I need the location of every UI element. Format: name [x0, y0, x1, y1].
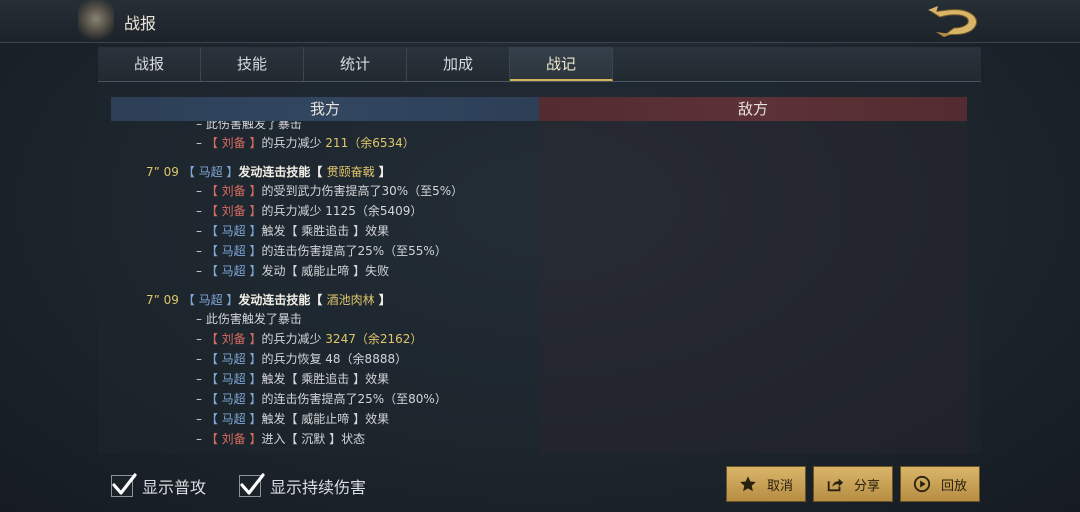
log-text: –: [196, 204, 206, 218]
enemy-side-header: 敌方: [539, 97, 967, 121]
ally-name: 【 马超 】: [205, 224, 262, 238]
share-icon: [827, 478, 844, 492]
show-normal-attack-label: 显示普攻: [142, 478, 207, 497]
replay-button[interactable]: 回放: [900, 466, 980, 502]
play-icon: [913, 475, 931, 493]
share-button[interactable]: 分享: [813, 466, 893, 502]
tab-bonus[interactable]: 加成: [407, 47, 510, 81]
log-text: – 此伤害触发了暴击: [196, 121, 302, 131]
log-timestamp: 7” 09: [146, 293, 183, 307]
page-title: 战报: [124, 14, 157, 33]
log-text: 进入【 沉默 】状态: [261, 432, 366, 446]
replay-button-label: 回放: [940, 478, 967, 494]
top-bar: 战报: [0, 0, 1080, 43]
battle-log-panel: 我方 敌方 – 此伤害触发了暴击 – 【 刘备 】的兵力减少 211（余6534）…: [98, 82, 981, 454]
log-text: –: [196, 264, 206, 278]
log-text: –: [196, 136, 206, 150]
log-text: –: [196, 432, 206, 446]
log-text: 】: [374, 165, 391, 179]
enemy-log-column[interactable]: [539, 121, 967, 454]
show-normal-attack-checkbox[interactable]: 显示普攻: [111, 473, 207, 498]
log-text: – 此伤害触发了暴击: [196, 312, 302, 326]
ally-name: 【 马超 】: [205, 392, 262, 406]
log-timestamp: 7” 09: [146, 165, 183, 179]
log-line: – 【 刘备 】的兵力减少 211（余6534）: [196, 133, 415, 153]
checkmark-icon: [112, 473, 137, 495]
tab-skills[interactable]: 技能: [201, 47, 304, 81]
log-line: – 【 马超 】触发【 乘胜追击 】效果: [196, 221, 389, 241]
log-text: 的受到武力伤害提高了30%（至5%）: [261, 184, 464, 198]
log-text: –: [196, 184, 206, 198]
ally-name: 【 马超 】: [205, 412, 262, 426]
show-dot-damage-checkbox[interactable]: 显示持续伤害: [239, 473, 367, 498]
tab-battle-log[interactable]: 战记: [510, 47, 613, 81]
log-line: – 【 刘备 】的兵力减少 3247（余2162）: [196, 329, 422, 349]
log-text: 的连击伤害提高了25%（至55%）: [261, 244, 447, 258]
log-text: –: [196, 412, 206, 426]
log-text: 发动【 威能止啼 】失败: [261, 264, 390, 278]
log-text: 酒池肉林: [326, 293, 375, 307]
log-line: 7” 09 【 马超 】发动连击技能【 贯颐奋戟 】: [146, 162, 391, 182]
log-line: – 【 刘备 】进入【 沉默 】状态: [196, 429, 365, 449]
cancel-button[interactable]: 取消: [726, 466, 806, 502]
log-line: – 【 马超 】的连击伤害提高了25%（至55%）: [196, 241, 447, 261]
log-text: 的兵力恢复 48（余8888）: [261, 352, 408, 366]
log-text: 发动连击技能【: [238, 165, 327, 179]
our-log-column[interactable]: – 此伤害触发了暴击 – 【 刘备 】的兵力减少 211（余6534） 7” 09 …: [98, 121, 539, 454]
log-text: –: [196, 224, 206, 238]
log-text: –: [196, 372, 206, 386]
enemy-name: 【 刘备 】: [205, 432, 262, 446]
log-text: 的兵力减少: [261, 136, 326, 150]
ally-name: 【 马超 】: [205, 244, 262, 258]
enemy-name: 【 刘备 】: [205, 332, 262, 346]
dragon-logo-icon[interactable]: [926, 4, 982, 38]
emblem-icon: [78, 0, 114, 42]
log-line: – 【 马超 】发动【 威能止啼 】失败: [196, 261, 389, 281]
checkbox-box: [239, 473, 265, 497]
log-text: –: [196, 244, 206, 258]
show-dot-damage-label: 显示持续伤害: [270, 478, 367, 497]
cancel-button-label: 取消: [766, 478, 793, 494]
checkmark-icon: [240, 473, 265, 495]
log-text: 触发【 乘胜追击 】效果: [261, 224, 390, 238]
checkbox-box: [111, 473, 137, 497]
log-text: –: [196, 332, 206, 346]
log-line: – 【 马超 】的连击伤害提高了25%（至80%）: [196, 389, 447, 409]
star-icon: [740, 476, 756, 492]
our-side-header: 我方: [111, 97, 539, 121]
log-line: – 此伤害触发了暴击: [196, 309, 302, 329]
log-text: –: [196, 352, 206, 366]
log-line: – 【 刘备 】的受到武力伤害提高了30%（至5%）: [196, 181, 463, 201]
enemy-name: 【 刘备 】: [205, 204, 262, 218]
log-line: – 【 刘备 】的兵力减少 1125（余5409）: [196, 201, 422, 221]
ally-name: 【 马超 】: [205, 352, 262, 366]
tab-bar: 战报 技能 统计 加成 战记: [98, 47, 981, 82]
log-text: 触发【 乘胜追击 】效果: [261, 372, 390, 386]
log-line: – 【 马超 】触发【 威能止啼 】效果: [196, 409, 389, 429]
log-text: 贯颐奋戟: [326, 165, 375, 179]
ally-name: 【 马超 】: [182, 165, 239, 179]
ally-name: 【 马超 】: [205, 264, 262, 278]
log-text: 的兵力减少: [261, 332, 326, 346]
log-text: 211（余6534）: [325, 136, 415, 150]
log-line: – 【 马超 】的兵力恢复 48（余8888）: [196, 349, 407, 369]
log-line: 7” 09 【 马超 】发动连击技能【 酒池肉林 】: [146, 290, 391, 310]
ally-name: 【 马超 】: [182, 293, 239, 307]
log-text: 触发【 威能止啼 】效果: [261, 412, 390, 426]
log-text: –: [196, 392, 206, 406]
enemy-name: 【 刘备 】: [205, 136, 262, 150]
tab-statistics[interactable]: 统计: [304, 47, 407, 81]
ally-name: 【 马超 】: [205, 372, 262, 386]
log-line: – 【 马超 】触发【 乘胜追击 】效果: [196, 369, 389, 389]
log-text: 发动连击技能【: [238, 293, 327, 307]
tab-report[interactable]: 战报: [98, 47, 201, 81]
share-button-label: 分享: [853, 478, 880, 494]
log-text: 3247（余2162）: [325, 332, 423, 346]
log-text: 】: [374, 293, 391, 307]
log-text: 的连击伤害提高了25%（至80%）: [261, 392, 447, 406]
enemy-name: 【 刘备 】: [205, 184, 262, 198]
log-text: 的兵力减少 1125（余5409）: [261, 204, 423, 218]
